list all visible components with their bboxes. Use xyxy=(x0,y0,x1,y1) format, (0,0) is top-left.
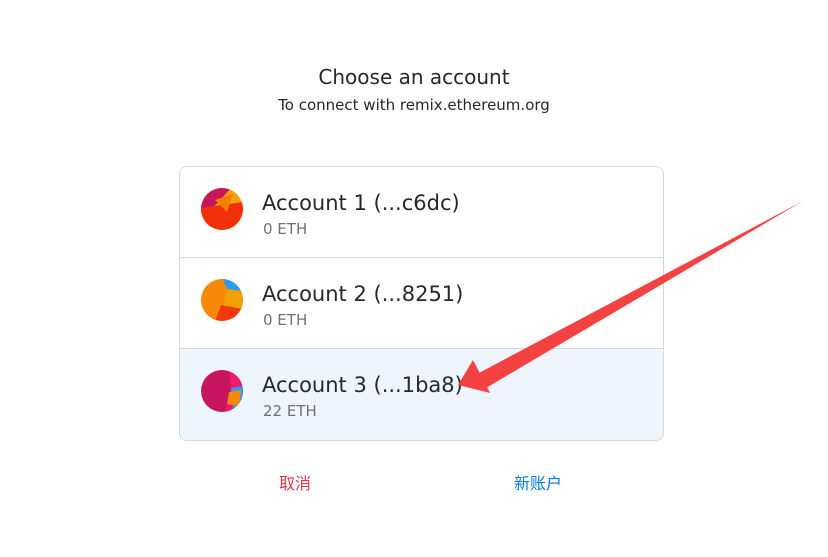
account-balance: 0 ETH xyxy=(263,220,308,238)
account-2-jazzicon xyxy=(201,279,243,321)
account-row-2[interactable]: Account 2 (...8251) 0 ETH xyxy=(180,258,663,349)
page-subtitle: To connect with remix.ethereum.org xyxy=(278,96,550,114)
account-list: Account 1 (...c6dc) 0 ETH Account 2 (...… xyxy=(179,166,664,441)
account-name: Account 3 (...1ba8) xyxy=(262,373,463,397)
account-1-jazzicon xyxy=(201,188,243,230)
cancel-button[interactable]: 取消 xyxy=(279,472,311,496)
page-title: Choose an account xyxy=(318,65,510,89)
account-name: Account 2 (...8251) xyxy=(262,282,464,306)
account-3-jazzicon xyxy=(201,370,243,412)
header: Choose an account To connect with remix.… xyxy=(0,62,828,116)
account-row-3[interactable]: Account 3 (...1ba8) 22 ETH xyxy=(180,349,663,440)
account-row-1[interactable]: Account 1 (...c6dc) 0 ETH xyxy=(180,167,663,258)
account-balance: 22 ETH xyxy=(263,402,317,420)
account-balance: 0 ETH xyxy=(263,311,308,329)
new-account-button[interactable]: 新账户 xyxy=(514,472,562,496)
account-name: Account 1 (...c6dc) xyxy=(262,191,460,215)
